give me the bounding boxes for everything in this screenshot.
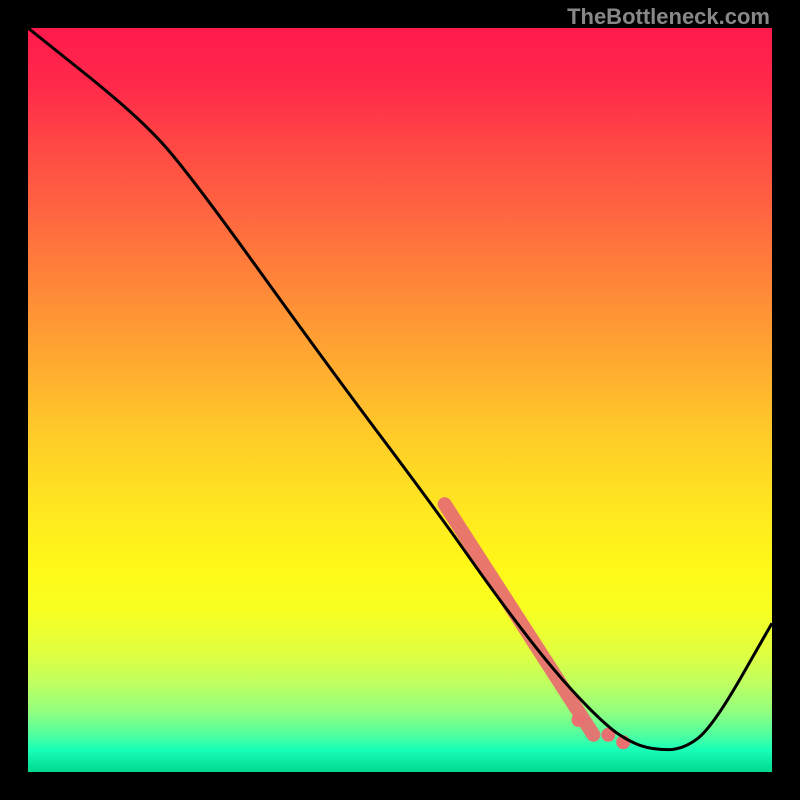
highlight-dot bbox=[572, 713, 586, 727]
chart-svg bbox=[28, 28, 772, 772]
bottleneck-curve bbox=[28, 28, 772, 750]
highlight-band bbox=[445, 504, 631, 749]
watermark-label: TheBottleneck.com bbox=[567, 4, 770, 30]
